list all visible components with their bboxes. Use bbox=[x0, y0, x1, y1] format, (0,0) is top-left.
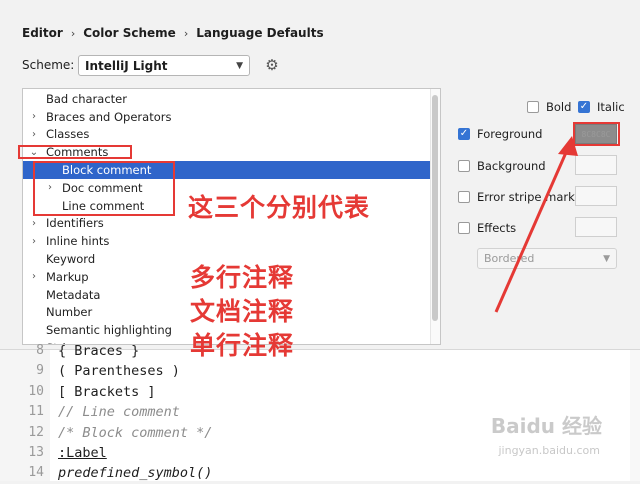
bold-label: Bold bbox=[546, 100, 572, 114]
tree-item-label: Braces and Operators bbox=[46, 109, 172, 124]
code-line[interactable]: { Braces } bbox=[58, 341, 139, 361]
tree-item-label: Classes bbox=[46, 127, 90, 142]
chevron-right-icon[interactable]: › bbox=[29, 129, 39, 140]
tree-item-label: Keyword bbox=[46, 252, 96, 267]
chevron-down-icon: ▼ bbox=[603, 253, 610, 264]
tree-item[interactable]: › Classes bbox=[23, 126, 433, 144]
italic-checkbox[interactable]: ✓ bbox=[578, 101, 590, 113]
tree-item-label: Inline hints bbox=[46, 234, 110, 249]
editor-scrollbar[interactable] bbox=[630, 350, 640, 481]
tree-item[interactable]: Bad character bbox=[23, 90, 433, 108]
chevron-right-icon[interactable]: › bbox=[29, 271, 39, 282]
annotation-multiline: 多行注释 bbox=[190, 263, 295, 292]
chevron-right-icon[interactable]: › bbox=[29, 218, 39, 229]
comments-highlight-box bbox=[18, 145, 132, 159]
background-checkbox[interactable] bbox=[458, 160, 470, 172]
chevron-right-icon: › bbox=[70, 26, 76, 40]
watermark-url: jingyan.baidu.com bbox=[498, 444, 600, 457]
italic-option[interactable]: ✓ Italic bbox=[578, 100, 625, 114]
tree-item-label: Markup bbox=[46, 269, 89, 284]
breadcrumb-editor[interactable]: Editor bbox=[22, 26, 63, 40]
line-number-gutter: 8 9 10 11 12 13 14 bbox=[0, 343, 50, 481]
chevron-right-icon[interactable]: › bbox=[29, 236, 39, 247]
code-line[interactable]: predefined_symbol() bbox=[58, 463, 212, 483]
tree-item[interactable]: › Braces and Operators bbox=[23, 108, 433, 126]
line-number: 8 bbox=[36, 343, 44, 358]
line-number: 10 bbox=[28, 383, 44, 399]
foreground-checkbox[interactable]: ✓ bbox=[458, 128, 470, 140]
tree-item-label: Bad character bbox=[46, 91, 127, 106]
code-line[interactable]: [ Brackets ] bbox=[58, 382, 156, 402]
gear-icon[interactable]: ⚙ bbox=[264, 57, 280, 73]
tree-item-label: Number bbox=[46, 305, 93, 320]
effects-checkbox[interactable] bbox=[458, 222, 470, 234]
code-line[interactable]: ( Parentheses ) bbox=[58, 361, 180, 381]
tree-item[interactable]: › Inline hints bbox=[23, 232, 433, 250]
code-line[interactable]: /* Block comment */ bbox=[58, 423, 212, 443]
chevron-right-icon[interactable]: › bbox=[29, 111, 39, 122]
breadcrumb-language-defaults: Language Defaults bbox=[196, 26, 324, 40]
bold-checkbox[interactable] bbox=[527, 101, 539, 113]
tree-item-label: Metadata bbox=[46, 287, 101, 302]
code-line[interactable]: :Label bbox=[58, 443, 107, 463]
watermark-logo: Baidu 经验 bbox=[490, 414, 602, 438]
scheme-dropdown[interactable]: IntelliJ Light ▼ bbox=[78, 55, 250, 76]
scrollbar-thumb[interactable] bbox=[432, 95, 438, 321]
breadcrumb-color-scheme[interactable]: Color Scheme bbox=[83, 26, 176, 40]
chevron-down-icon: ▼ bbox=[236, 60, 243, 71]
line-number: 9 bbox=[36, 363, 44, 379]
annotation-arrow bbox=[494, 136, 578, 313]
comment-types-highlight-box bbox=[33, 161, 175, 216]
annotation-doc: 文档注释 bbox=[190, 297, 295, 326]
scheme-value: IntelliJ Light bbox=[85, 58, 168, 73]
tree-scrollbar[interactable] bbox=[430, 89, 440, 344]
annotation-heading: 这三个分别代表 bbox=[188, 193, 371, 222]
error-stripe-checkbox[interactable] bbox=[458, 191, 470, 203]
line-number: 14 bbox=[28, 465, 44, 481]
annotation-single-line: 单行注释 bbox=[190, 331, 295, 360]
bold-option[interactable]: Bold bbox=[527, 100, 571, 114]
tree-item-label: Semantic highlighting bbox=[46, 323, 172, 338]
tree-item-label: Identifiers bbox=[46, 216, 104, 231]
line-number: 11 bbox=[28, 404, 44, 420]
italic-label: Italic bbox=[597, 100, 625, 114]
scheme-label: Scheme: bbox=[22, 58, 75, 72]
chevron-right-icon: › bbox=[183, 26, 189, 40]
code-line[interactable]: // Line comment bbox=[58, 402, 180, 422]
line-number: 12 bbox=[28, 424, 44, 440]
breadcrumb: Editor › Color Scheme › Language Default… bbox=[22, 24, 324, 42]
line-number: 13 bbox=[28, 445, 44, 460]
